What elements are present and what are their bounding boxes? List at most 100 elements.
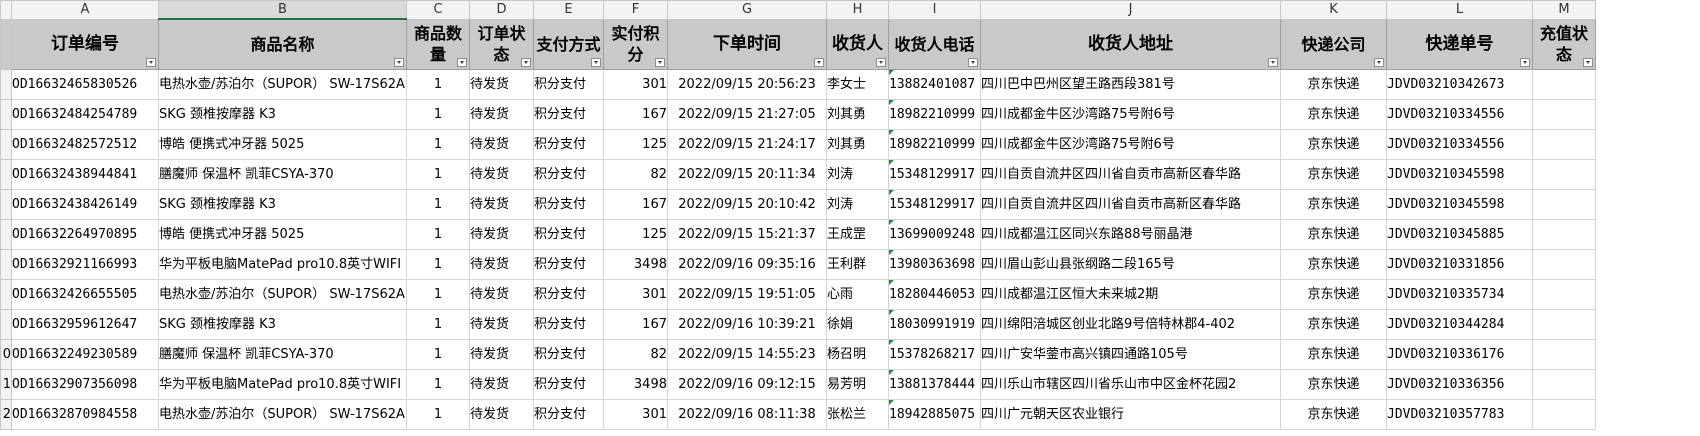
cell-order-id[interactable]: OD16632921166993 — [11, 248, 159, 280]
filter-dropdown-icon[interactable] — [1583, 57, 1593, 67]
cell-recipient[interactable]: 张松兰 — [826, 398, 889, 430]
cell-tracking-number[interactable]: JDVD03210336176 — [1386, 338, 1533, 370]
cell-paid-points[interactable]: 82 — [603, 338, 668, 370]
cell-order-status[interactable]: 待发货 — [469, 68, 534, 100]
cell-tracking-number[interactable]: JDVD03210357783 — [1386, 398, 1533, 430]
column-letter-d[interactable]: D — [469, 0, 534, 20]
cell-recipient[interactable]: 王利群 — [826, 248, 889, 280]
cell-product-name[interactable]: 华为平板电脑MatePad pro10.8英寸WIFI — [158, 368, 407, 400]
cell-paid-points[interactable]: 167 — [603, 98, 668, 130]
cell-tracking-number[interactable]: JDVD03210334556 — [1386, 98, 1533, 130]
cell-payment-method[interactable]: 积分支付 — [533, 338, 604, 370]
cell-order-time[interactable]: 2022/09/15 20:56:23 — [667, 68, 827, 100]
cell-product-name[interactable]: 博皓 便携式冲牙器 5025 — [158, 128, 407, 160]
cell-courier[interactable]: 京东快递 — [1280, 308, 1387, 340]
cell-order-time[interactable]: 2022/09/15 19:51:05 — [667, 278, 827, 310]
header-recharge-status[interactable]: 充值状态 — [1532, 18, 1596, 70]
cell-recipient-address[interactable]: 四川成都温江区同兴东路88号丽晶港 — [980, 218, 1281, 250]
cell-order-time[interactable]: 2022/09/15 21:27:05 — [667, 98, 827, 130]
cell-recharge-status[interactable] — [1532, 368, 1596, 400]
cell-recipient-address[interactable]: 四川眉山彭山县张纲路二段165号 — [980, 248, 1281, 280]
cell-payment-method[interactable]: 积分支付 — [533, 278, 604, 310]
cell-quantity[interactable]: 1 — [406, 278, 470, 310]
row-number[interactable]: 2 — [0, 398, 12, 430]
cell-recipient-address[interactable]: 四川成都金牛区沙湾路75号附6号 — [980, 128, 1281, 160]
cell-recharge-status[interactable] — [1532, 98, 1596, 130]
cell-recharge-status[interactable] — [1532, 308, 1596, 340]
cell-payment-method[interactable]: 积分支付 — [533, 98, 604, 130]
cell-quantity[interactable]: 1 — [406, 308, 470, 340]
column-letter-e[interactable]: E — [533, 0, 604, 20]
cell-paid-points[interactable]: 3498 — [603, 248, 668, 280]
cell-order-status[interactable]: 待发货 — [469, 398, 534, 430]
cell-quantity[interactable]: 1 — [406, 218, 470, 250]
header-recipient-address[interactable]: 收货人地址 — [980, 18, 1281, 70]
cell-recipient[interactable]: 心雨 — [826, 278, 889, 310]
cell-recipient-address[interactable]: 四川成都温江区恒大未来城2期 — [980, 278, 1281, 310]
cell-order-time[interactable]: 2022/09/15 20:10:42 — [667, 188, 827, 220]
cell-payment-method[interactable]: 积分支付 — [533, 128, 604, 160]
cell-order-status[interactable]: 待发货 — [469, 158, 534, 190]
header-recipient-phone[interactable]: 收货人电话 — [888, 18, 981, 70]
cell-tracking-number[interactable]: JDVD03210342673 — [1386, 68, 1533, 100]
cell-order-status[interactable]: 待发货 — [469, 248, 534, 280]
cell-recipient-phone[interactable]: 15348129917 — [888, 188, 981, 220]
cell-product-name[interactable]: 电热水壶/苏泊尔（SUPOR） SW-17S62A — [158, 68, 407, 100]
header-order-id[interactable]: 订单编号 — [11, 18, 159, 70]
cell-tracking-number[interactable]: JDVD03210336356 — [1386, 368, 1533, 400]
cell-order-time[interactable]: 2022/09/15 20:11:34 — [667, 158, 827, 190]
cell-order-status[interactable]: 待发货 — [469, 128, 534, 160]
cell-recipient[interactable]: 李女士 — [826, 68, 889, 100]
cell-tracking-number[interactable]: JDVD03210334556 — [1386, 128, 1533, 160]
cell-order-id[interactable]: OD16632484254789 — [11, 98, 159, 130]
cell-recipient[interactable]: 刘其勇 — [826, 128, 889, 160]
cell-order-time[interactable]: 2022/09/16 09:35:16 — [667, 248, 827, 280]
row-number[interactable] — [0, 308, 12, 340]
cell-product-name[interactable]: 电热水壶/苏泊尔（SUPOR） SW-17S62A — [158, 398, 407, 430]
column-letter-j[interactable]: J — [980, 0, 1281, 20]
column-letter-i[interactable]: I — [888, 0, 981, 20]
cell-recipient[interactable]: 刘涛 — [826, 188, 889, 220]
cell-paid-points[interactable]: 301 — [603, 68, 668, 100]
cell-order-status[interactable]: 待发货 — [469, 98, 534, 130]
column-letter-g[interactable]: G — [667, 0, 827, 20]
cell-recipient-address[interactable]: 四川巴中巴州区望王路西段381号 — [980, 68, 1281, 100]
filter-dropdown-icon[interactable] — [591, 57, 601, 67]
cell-quantity[interactable]: 1 — [406, 338, 470, 370]
column-letter-b[interactable]: B — [158, 0, 407, 20]
cell-recharge-status[interactable] — [1532, 278, 1596, 310]
header-payment-method[interactable]: 支付方式 — [533, 18, 604, 70]
cell-paid-points[interactable]: 167 — [603, 188, 668, 220]
cell-courier[interactable]: 京东快递 — [1280, 398, 1387, 430]
header-tracking-number[interactable]: 快递单号 — [1386, 18, 1533, 70]
cell-recharge-status[interactable] — [1532, 188, 1596, 220]
cell-order-id[interactable]: OD16632907356098 — [11, 368, 159, 400]
row-number[interactable] — [0, 248, 12, 280]
cell-product-name[interactable]: 膳魔师 保温杯 凯菲CSYA-370 — [158, 158, 407, 190]
cell-recharge-status[interactable] — [1532, 68, 1596, 100]
row-number[interactable] — [0, 158, 12, 190]
cell-recipient-phone[interactable]: 18982210999 — [888, 128, 981, 160]
cell-paid-points[interactable]: 167 — [603, 308, 668, 340]
cell-order-status[interactable]: 待发货 — [469, 368, 534, 400]
cell-order-status[interactable]: 待发货 — [469, 308, 534, 340]
filter-dropdown-icon[interactable] — [876, 57, 886, 67]
cell-product-name[interactable]: 电热水壶/苏泊尔（SUPOR） SW-17S62A — [158, 278, 407, 310]
cell-recipient-phone[interactable]: 13699009248 — [888, 218, 981, 250]
cell-order-time[interactable]: 2022/09/16 10:39:21 — [667, 308, 827, 340]
cell-payment-method[interactable]: 积分支付 — [533, 68, 604, 100]
cell-recipient-address[interactable]: 四川自贡自流井区四川省自贡市高新区春华路 — [980, 188, 1281, 220]
cell-courier[interactable]: 京东快递 — [1280, 128, 1387, 160]
header-product-name[interactable]: 商品名称 — [158, 18, 407, 70]
header-courier[interactable]: 快递公司 — [1280, 18, 1387, 70]
select-all-corner[interactable] — [0, 0, 12, 20]
cell-order-id[interactable]: OD16632438426149 — [11, 188, 159, 220]
cell-recipient[interactable]: 杨召明 — [826, 338, 889, 370]
cell-courier[interactable]: 京东快递 — [1280, 98, 1387, 130]
cell-paid-points[interactable]: 125 — [603, 218, 668, 250]
cell-quantity[interactable]: 1 — [406, 398, 470, 430]
cell-recipient[interactable]: 刘涛 — [826, 158, 889, 190]
cell-payment-method[interactable]: 积分支付 — [533, 308, 604, 340]
row-number[interactable] — [0, 128, 12, 160]
cell-recharge-status[interactable] — [1532, 248, 1596, 280]
